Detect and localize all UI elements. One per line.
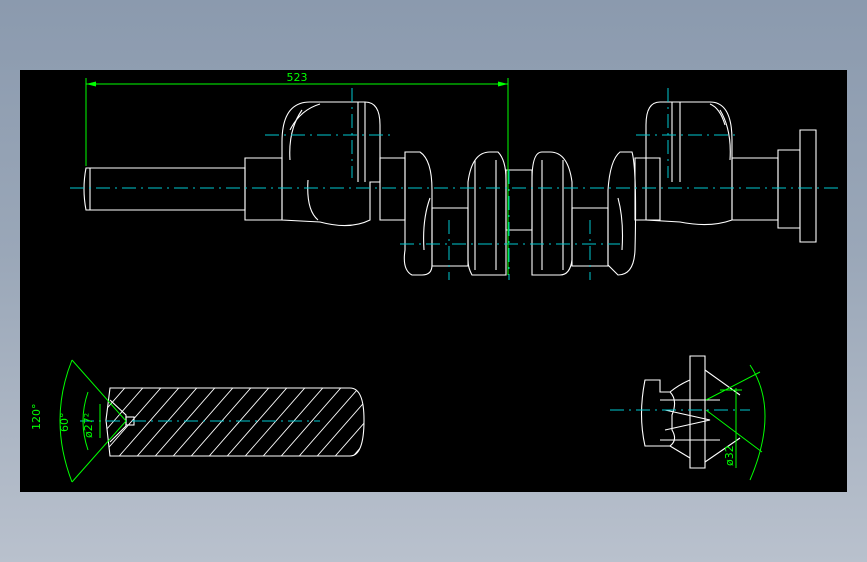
rear-flange — [799, 129, 817, 243]
rear-journal — [731, 157, 779, 221]
journal-2 — [431, 207, 469, 267]
crank-pin-2 — [634, 157, 661, 221]
dimension-overall-length: 523 — [85, 71, 509, 275]
crank-web-5 — [607, 151, 637, 276]
hatch-line — [221, 388, 293, 456]
hatch-line — [311, 388, 364, 456]
hatch-line — [402, 382, 472, 462]
journal-3 — [505, 169, 533, 231]
hatch-line — [329, 388, 364, 456]
rear-hub — [777, 149, 801, 229]
crank-pin-1 — [379, 157, 406, 221]
pin-section-view: 120° 60° ø27² — [30, 359, 508, 483]
crank-web-3 — [467, 151, 507, 276]
cad-drawing-viewport[interactable]: 523 120° 60° ø27² ø32 — [20, 70, 847, 492]
hatch-line — [366, 382, 436, 462]
hatch-line — [420, 382, 490, 462]
hatch-line — [131, 388, 203, 456]
section-hatching — [106, 382, 508, 462]
flange-detail-view: ø32 — [610, 355, 766, 481]
front-shaft — [83, 167, 246, 211]
hatch-line — [203, 388, 275, 456]
hatch-line — [384, 382, 454, 462]
hatch-line — [275, 388, 347, 456]
centerlines — [70, 88, 840, 280]
hatch-line — [293, 388, 364, 456]
hole-diameter-label: ø27² — [82, 413, 95, 438]
front-journal — [244, 157, 283, 221]
angle-120-label: 120° — [30, 404, 43, 431]
angle-60-label: 60° — [58, 413, 71, 433]
dimension-523-label: 523 — [287, 71, 308, 84]
hatch-line — [239, 388, 311, 456]
hatch-line — [167, 388, 239, 456]
hatch-line — [149, 388, 221, 456]
crank-web-6 — [645, 101, 733, 226]
crank-web-4 — [531, 151, 573, 276]
hatch-line — [257, 388, 329, 456]
hatch-line — [438, 382, 508, 462]
crank-web-2 — [403, 151, 433, 276]
hatch-line — [185, 388, 257, 456]
diameter-32-label: ø32 — [723, 445, 736, 466]
crankshaft-drawing: 523 120° 60° ø27² ø32 — [30, 71, 840, 483]
